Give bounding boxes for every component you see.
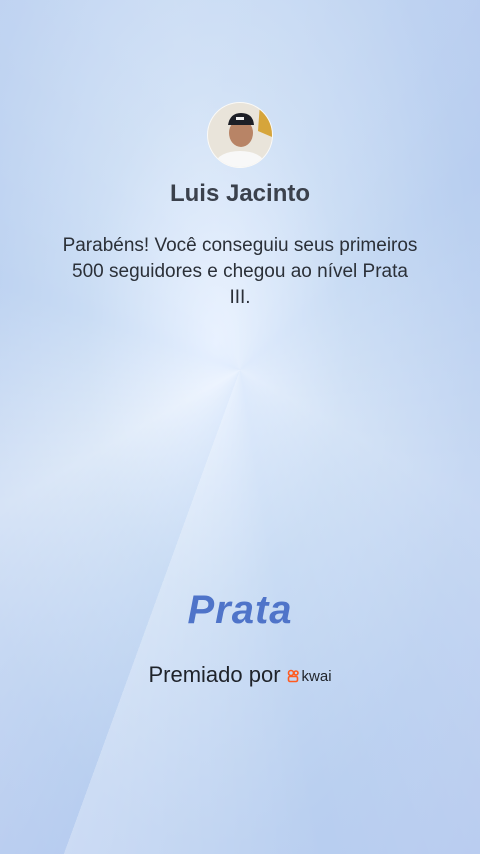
achievement-message: Parabéns! Você conseguiu seus primeiros …	[62, 235, 418, 308]
user-name: Luis Jacinto	[169, 180, 311, 207]
kwai-logo-icon	[287, 669, 299, 683]
awarded-by-label: Premiado por	[148, 662, 281, 687]
brand-name: kwai	[301, 667, 332, 685]
avatar[interactable]	[207, 102, 273, 168]
awarded-by: Premiado por kwai	[0, 662, 480, 688]
avatar-photo	[208, 103, 272, 167]
level-title: Prata	[187, 588, 293, 632]
brand: kwai	[287, 668, 332, 685]
